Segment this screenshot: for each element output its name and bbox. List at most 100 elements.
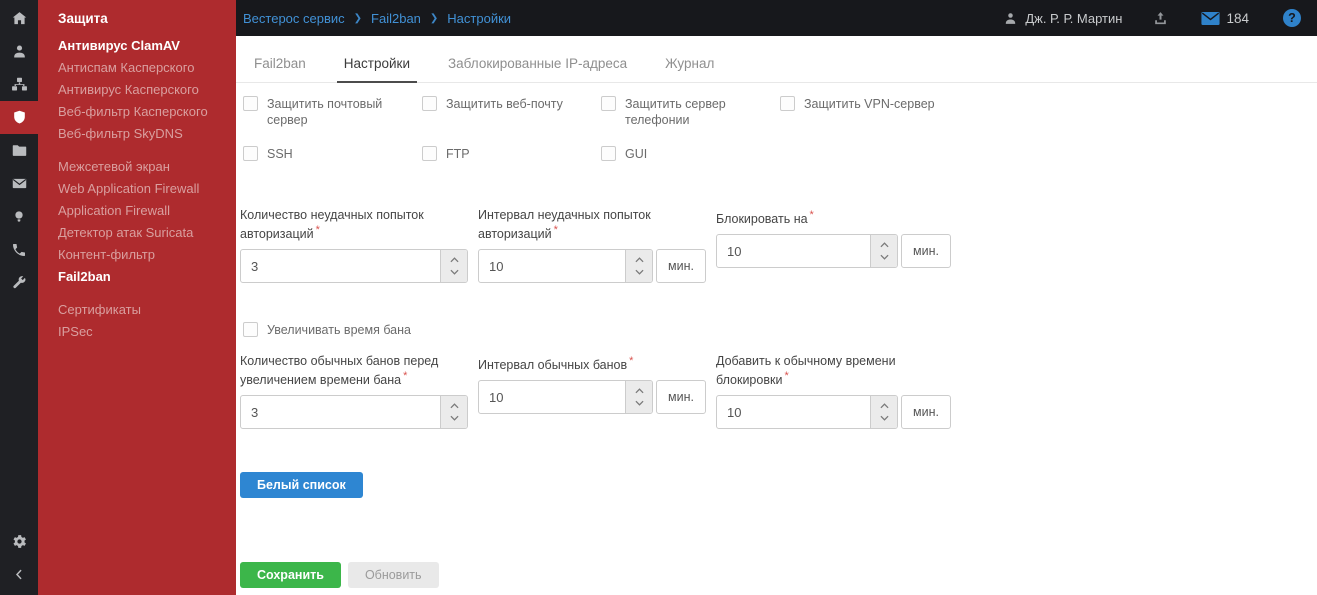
- spinner-up-icon[interactable]: [626, 254, 653, 266]
- folder-icon[interactable]: [0, 134, 38, 167]
- tab-fail2ban[interactable]: Fail2ban: [247, 47, 313, 83]
- sidebar-item-webfilter-kaspersky[interactable]: Веб-фильтр Касперского: [38, 101, 236, 123]
- sidebar-item-fail2ban[interactable]: Fail2ban: [38, 266, 236, 288]
- checkbox-ftp: FTP: [422, 146, 601, 162]
- field-label: Интервал неудачных попыток авторизаций *: [478, 208, 651, 242]
- spinner-up-icon[interactable]: [871, 239, 898, 251]
- checkbox-box[interactable]: [422, 146, 437, 161]
- sidebar-item-antispam-kaspersky[interactable]: Антиспам Касперского: [38, 57, 236, 79]
- sidebar-item-content-filter[interactable]: Контент-фильтр: [38, 244, 236, 266]
- home-icon[interactable]: [0, 2, 38, 35]
- tab-journal[interactable]: Журнал: [658, 47, 721, 83]
- checkbox-label: GUI: [625, 147, 648, 161]
- checkbox-box[interactable]: [243, 322, 258, 338]
- spinner-down-icon[interactable]: [871, 412, 898, 424]
- field-label: Количество обычных банов перед увеличени…: [240, 354, 439, 388]
- sidebar-item-certificates[interactable]: Сертификаты: [38, 299, 236, 321]
- checkbox-box[interactable]: [601, 96, 616, 111]
- tab-blocked-ip[interactable]: Заблокированные IP-адреса: [441, 47, 634, 83]
- checkbox-box[interactable]: [243, 146, 258, 161]
- topbar: Вестерос сервис ❯ Fail2ban ❯ Настройки Д…: [236, 0, 1317, 36]
- spinner-down-icon[interactable]: [626, 397, 653, 409]
- whitelist-button[interactable]: Белый список: [240, 472, 363, 499]
- checkbox-box[interactable]: [780, 96, 795, 111]
- checkbox-box[interactable]: [422, 96, 437, 111]
- spinner-down-icon[interactable]: [626, 266, 653, 278]
- breadcrumb-current-settings: Настройки: [447, 10, 512, 26]
- checkbox-label: Увеличивать время бана: [267, 323, 411, 338]
- sidebar-item-waf[interactable]: Web Application Firewall: [38, 178, 236, 200]
- required-mark: *: [403, 370, 408, 383]
- sidebar-item-suricata[interactable]: Детектор атак Suricata: [38, 222, 236, 244]
- field-bans-interval: Интервал обычных банов* мин.: [478, 354, 716, 415]
- breadcrumb-link-fail2ban[interactable]: Fail2ban: [371, 11, 421, 26]
- collapse-sidebar-icon[interactable]: [0, 558, 38, 591]
- number-spinner: [625, 381, 653, 414]
- field-label: Количество неудачных попыток авторизаций…: [240, 208, 424, 242]
- phone-icon[interactable]: [0, 233, 38, 266]
- spinner-up-icon[interactable]: [871, 400, 898, 412]
- sidebar-item-antivirus-clamav[interactable]: Антивирус ClamAV: [38, 35, 236, 57]
- upload-icon: [1155, 11, 1167, 24]
- refresh-button[interactable]: Обновить: [347, 562, 439, 588]
- unit-minutes: мин.: [901, 234, 951, 269]
- checkbox-increase-ban-time: Увеличивать время бана: [243, 322, 1317, 338]
- checkbox-label: Защитить сервер телефонии: [625, 97, 726, 127]
- topbar-right: Дж. Р. Р. Мартин 184 ?: [1003, 9, 1301, 27]
- sidebar-item-ipsec[interactable]: IPSec: [38, 321, 236, 343]
- spinner-up-icon[interactable]: [441, 400, 468, 412]
- field-label: Добавить к обычному времени блокировки *: [716, 354, 896, 388]
- save-button[interactable]: Сохранить: [240, 562, 341, 588]
- required-mark: *: [629, 355, 634, 368]
- gear-icon[interactable]: [0, 525, 38, 558]
- sidebar-item-antivirus-kaspersky[interactable]: Антивирус Касперского: [38, 79, 236, 101]
- app-window: Защита Антивирус ClamAV Антиспам Касперс…: [0, 0, 1317, 595]
- spinner-down-icon[interactable]: [441, 412, 468, 424]
- checkbox-label: Защитить VPN-сервер: [804, 97, 935, 111]
- number-spinner: [870, 396, 898, 429]
- breadcrumb-separator-icon: ❯: [353, 13, 363, 24]
- user-menu[interactable]: Дж. Р. Р. Мартин: [1003, 11, 1122, 26]
- checkbox-protect-mail-server: Защитить почтовый сервер: [243, 96, 422, 136]
- sidebar-item-firewall[interactable]: Межсетевой экран: [38, 156, 236, 178]
- upload-button[interactable]: [1152, 10, 1169, 27]
- failed-attempts-input[interactable]: [240, 249, 468, 284]
- sidebar-item-webfilter-skydns[interactable]: Веб-фильтр SkyDNS: [38, 123, 236, 145]
- number-spinner: [440, 396, 468, 429]
- checkbox-label: Защитить почтовый сервер: [267, 97, 383, 127]
- mail-icon[interactable]: [0, 167, 38, 200]
- bans-before-increase-input[interactable]: [240, 395, 468, 430]
- spinner-up-icon[interactable]: [441, 254, 468, 266]
- network-icon[interactable]: [0, 68, 38, 101]
- sidebar-item-application-firewall[interactable]: Application Firewall: [38, 200, 236, 222]
- unit-minutes: мин.: [656, 249, 706, 284]
- messages-button[interactable]: 184: [1201, 11, 1249, 26]
- form-row-ban-settings: Количество обычных банов перед увеличени…: [240, 354, 1317, 430]
- protect-checkbox-row-2: SSH FTP GUI: [243, 146, 1317, 162]
- tab-settings[interactable]: Настройки: [336, 47, 417, 83]
- breadcrumb: Вестерос сервис ❯ Fail2ban ❯ Настройки: [243, 11, 511, 26]
- spinner-up-icon[interactable]: [626, 385, 653, 397]
- help-button[interactable]: ?: [1283, 9, 1301, 27]
- checkbox-protect-telephony: Защитить сервер телефонии: [601, 96, 780, 136]
- checkbox-label: FTP: [446, 147, 470, 161]
- shield-icon[interactable]: [0, 101, 38, 134]
- user-icon[interactable]: [0, 35, 38, 68]
- form-row-auth-attempts: Количество неудачных попыток авторизаций…: [240, 208, 1317, 284]
- checkbox-box[interactable]: [243, 96, 258, 111]
- spinner-down-icon[interactable]: [441, 266, 468, 278]
- spinner-down-icon[interactable]: [871, 251, 898, 263]
- checkbox-box[interactable]: [601, 146, 616, 161]
- checkbox-label: SSH: [267, 147, 293, 161]
- form-actions: Сохранить Обновить: [240, 562, 439, 588]
- checkbox-label: Защитить веб-почту: [446, 97, 563, 111]
- field-block-for: Блокировать на* мин.: [716, 208, 1317, 269]
- breadcrumb-link-service[interactable]: Вестерос сервис: [243, 11, 345, 26]
- number-spinner: [440, 250, 468, 283]
- number-spinner: [870, 235, 898, 268]
- wrench-icon[interactable]: [0, 266, 38, 299]
- icon-rail: [0, 0, 38, 595]
- unit-minutes: мин.: [656, 380, 706, 415]
- field-add-block-time: Добавить к обычному времени блокировки * …: [716, 354, 1317, 430]
- lightbulb-icon[interactable]: [0, 200, 38, 233]
